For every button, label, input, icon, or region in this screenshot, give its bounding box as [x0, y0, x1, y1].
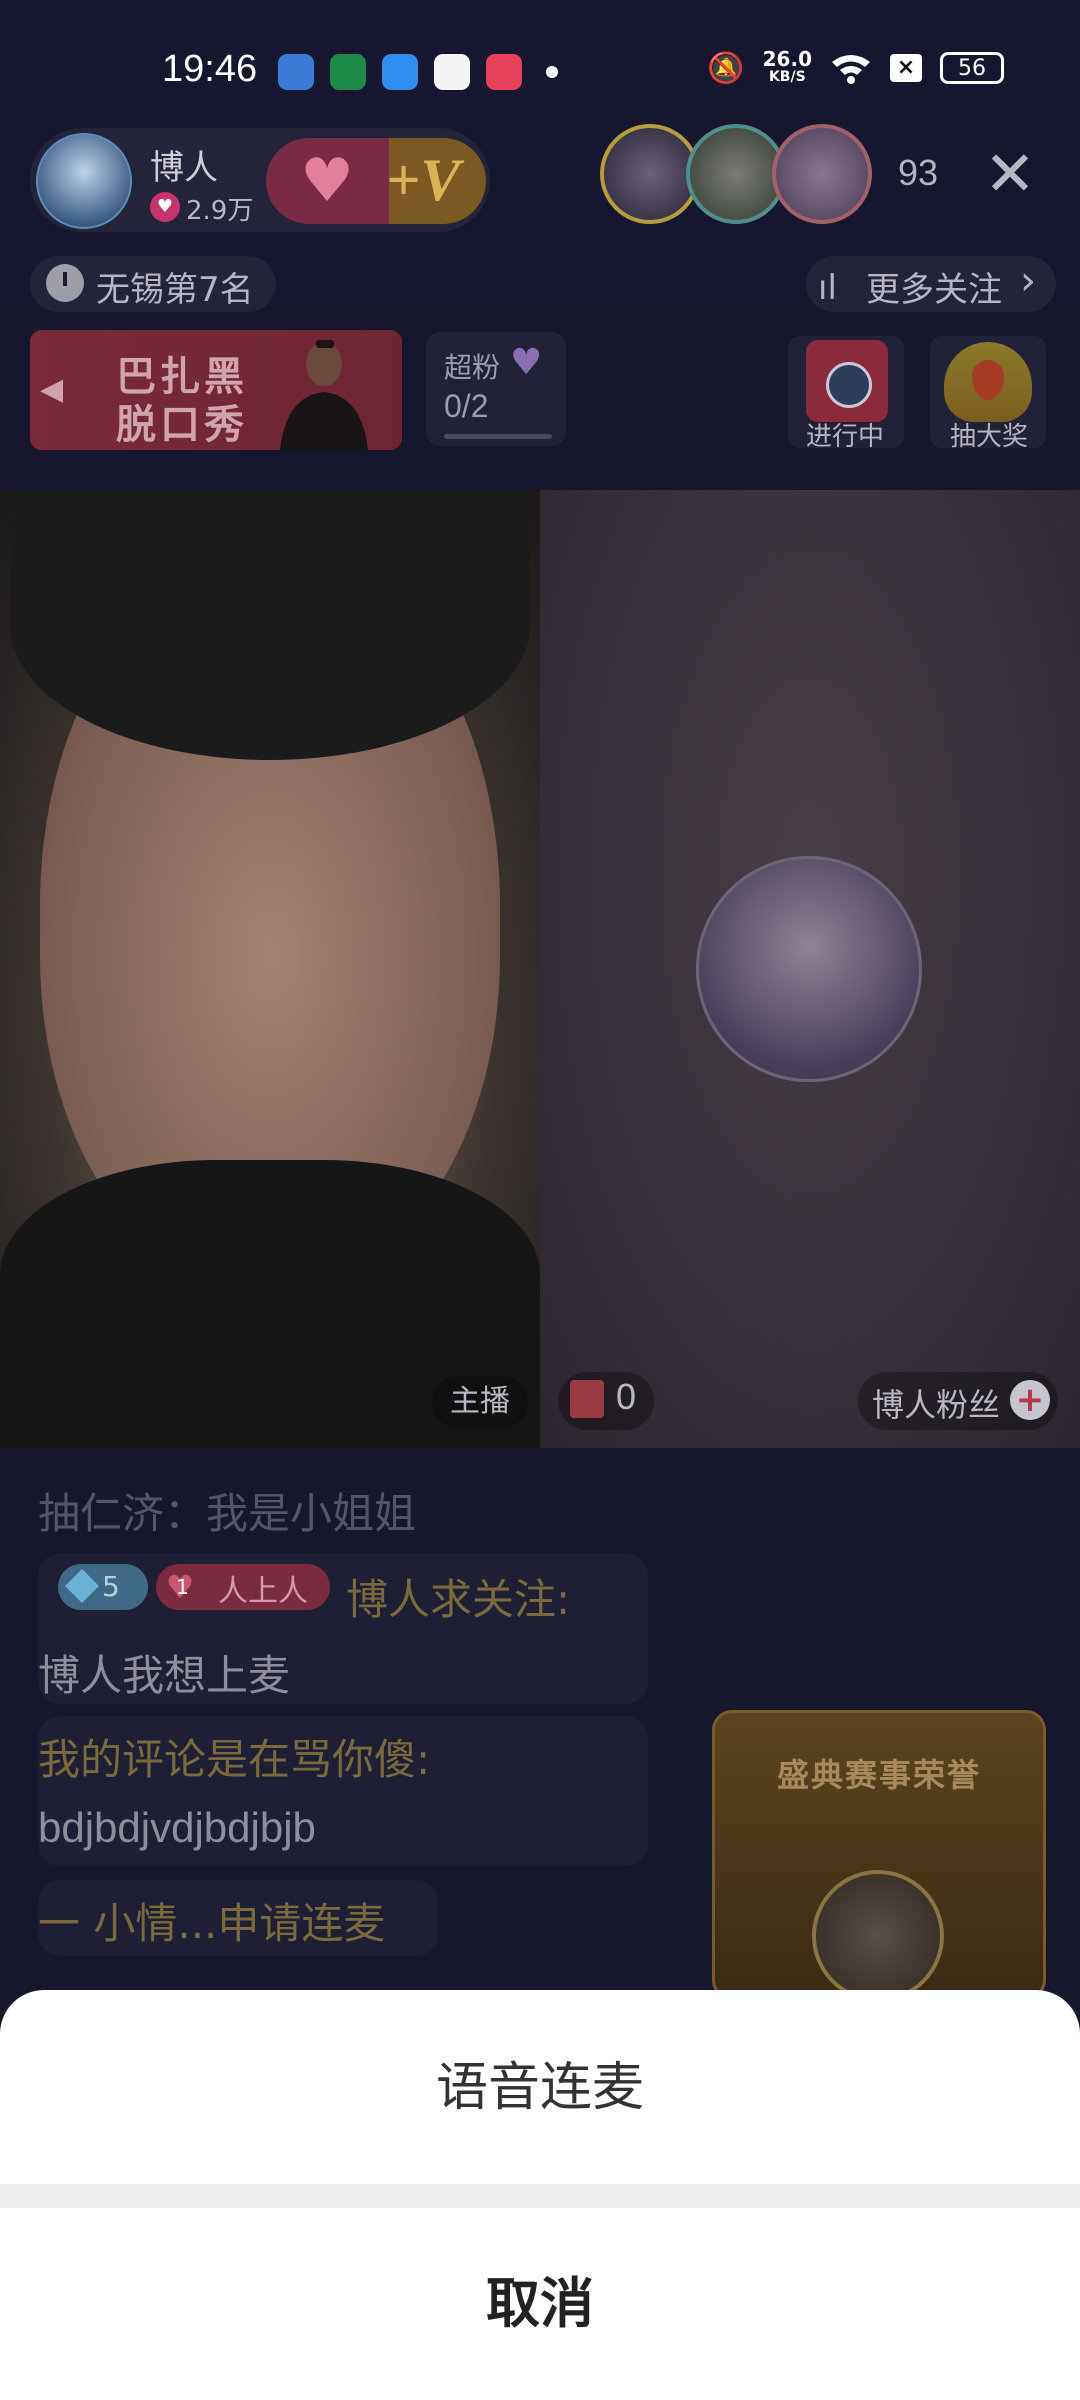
voice-link-mic-option[interactable]: 语音连麦: [0, 1990, 1080, 2186]
cancel-button[interactable]: 取消: [0, 2208, 1080, 2400]
sheet-divider: [0, 2184, 1080, 2208]
